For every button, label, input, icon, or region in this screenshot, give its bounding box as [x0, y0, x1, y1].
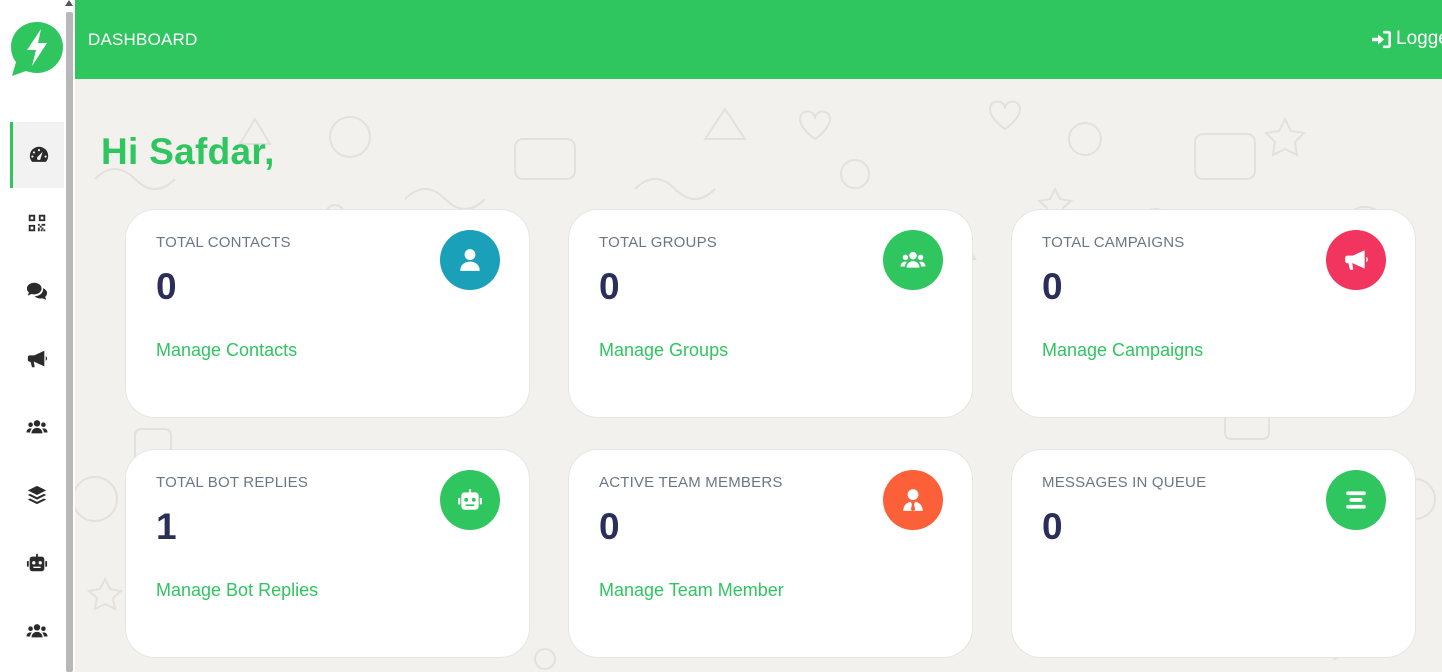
- app-logo[interactable]: [10, 20, 64, 78]
- sidebar-scrollbar[interactable]: [64, 0, 75, 672]
- scrollbar-thumb[interactable]: [66, 12, 73, 672]
- logout-button[interactable]: Logge: [1371, 28, 1442, 50]
- stat-label: TOTAL BOT REPLIES: [156, 474, 309, 491]
- whatsapp-bolt-logo-icon: [11, 22, 63, 76]
- align-center-icon: [1346, 491, 1366, 509]
- scroll-up-arrow-icon[interactable]: [65, 0, 73, 6]
- qrcode-icon: [28, 214, 46, 232]
- manage-bot-replies-link[interactable]: Manage Bot Replies: [156, 580, 318, 601]
- user-icon: [460, 249, 480, 271]
- page-title: DASHBOARD: [88, 30, 198, 49]
- chat-bubbles-icon: [26, 282, 48, 300]
- stat-badge: [1326, 470, 1386, 530]
- robot-icon: [26, 553, 48, 572]
- megaphone-icon: [1345, 250, 1368, 270]
- sidebar-item-bot[interactable]: [10, 530, 64, 596]
- stat-value: 0: [599, 266, 620, 307]
- stat-card-bot-replies: TOTAL BOT REPLIES 1 Manage Bot Replies: [125, 449, 530, 658]
- stat-label: MESSAGES IN QUEUE: [1042, 474, 1207, 491]
- sidebar: [0, 0, 64, 672]
- stat-value: 0: [599, 506, 620, 547]
- stat-label: TOTAL CAMPAIGNS: [1042, 234, 1185, 251]
- sidebar-item-chats[interactable]: [10, 258, 64, 324]
- layers-icon: [27, 485, 47, 505]
- logout-label: Logge: [1396, 28, 1442, 49]
- dashboard-gauge-icon: [29, 146, 48, 162]
- sidebar-item-qrcode[interactable]: [10, 190, 64, 256]
- stat-card-messages-queue: MESSAGES IN QUEUE 0: [1011, 449, 1416, 658]
- stat-value: 0: [1042, 266, 1063, 307]
- sidebar-item-team[interactable]: [10, 598, 64, 664]
- stat-label: TOTAL GROUPS: [599, 234, 717, 251]
- sidebar-item-campaigns[interactable]: [10, 326, 64, 392]
- megaphone-icon: [27, 350, 48, 368]
- sidebar-item-dashboard[interactable]: [10, 122, 64, 188]
- stat-card-groups: TOTAL GROUPS 0 Manage Groups: [568, 209, 973, 418]
- manage-team-member-link[interactable]: Manage Team Member: [599, 580, 784, 601]
- stat-badge: [440, 230, 500, 290]
- stat-value: 1: [156, 506, 177, 547]
- stat-label: TOTAL CONTACTS: [156, 234, 291, 251]
- stat-label: ACTIVE TEAM MEMBERS: [599, 474, 783, 491]
- users-group-icon: [900, 251, 926, 268]
- stat-badge: [883, 470, 943, 530]
- stat-card-campaigns: TOTAL CAMPAIGNS 0 Manage Campaigns: [1011, 209, 1416, 418]
- user-tie-icon: [903, 489, 923, 512]
- stat-badge: [883, 230, 943, 290]
- manage-contacts-link[interactable]: Manage Contacts: [156, 340, 297, 361]
- greeting-heading: Hi Safdar,: [101, 131, 275, 172]
- users-group-icon: [26, 420, 48, 434]
- sidebar-item-groups[interactable]: [10, 394, 64, 460]
- manage-campaigns-link[interactable]: Manage Campaigns: [1042, 340, 1203, 361]
- topbar: DASHBOARD Logge: [75, 0, 1442, 79]
- users-group-icon: [26, 624, 48, 638]
- stat-card-contacts: TOTAL CONTACTS 0 Manage Contacts: [125, 209, 530, 418]
- main-content: Hi Safdar, TOTAL CONTACTS 0 Manage Conta…: [75, 79, 1442, 672]
- sign-in-icon: [1372, 30, 1391, 48]
- manage-groups-link[interactable]: Manage Groups: [599, 340, 728, 361]
- stat-badge: [440, 470, 500, 530]
- robot-icon: [458, 489, 482, 510]
- stat-card-team-members: ACTIVE TEAM MEMBERS 0 Manage Team Member: [568, 449, 973, 658]
- stat-badge: [1326, 230, 1386, 290]
- stat-value: 0: [156, 266, 177, 307]
- sidebar-item-layers[interactable]: [10, 462, 64, 528]
- stat-value: 0: [1042, 506, 1063, 547]
